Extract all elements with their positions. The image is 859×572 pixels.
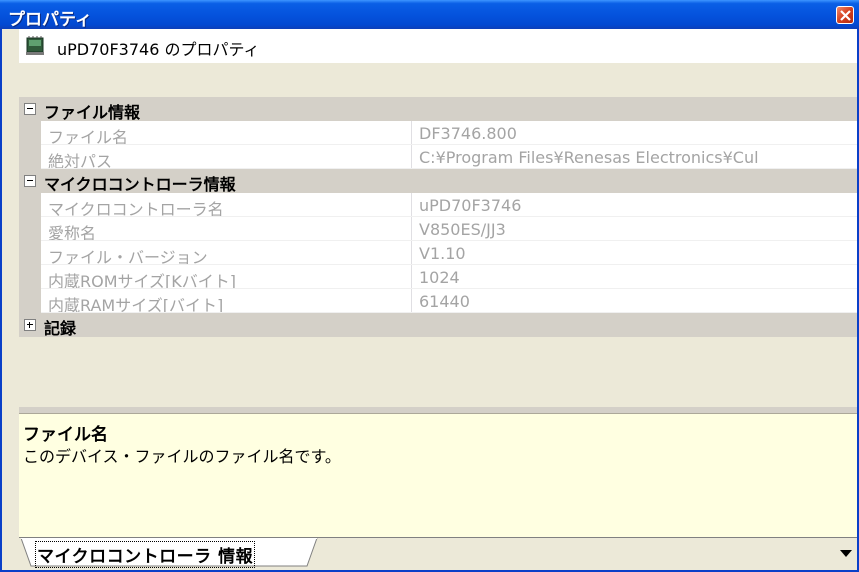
property-row[interactable]: マイクロコントローラ名 uPD70F3746: [19, 193, 857, 219]
grid-empty-area: [19, 337, 857, 407]
property-row[interactable]: ファイル名 DF3746.800: [19, 121, 857, 147]
expand-toggle-icon[interactable]: [24, 319, 36, 331]
property-row[interactable]: ファイル・バージョン V1.10: [19, 241, 857, 267]
properties-header: uPD70F3746 のプロパティ: [19, 29, 857, 63]
tab-label: マイクロコントローラ 情報: [35, 541, 256, 568]
properties-window: プロパティ uPD70F3746 のプロパティ ファイル情報 ファイル名 DF3…: [0, 0, 859, 572]
collapse-toggle-icon[interactable]: [24, 175, 36, 187]
property-row[interactable]: 絶対パス C:¥Program Files¥Renesas Electronic…: [19, 145, 857, 171]
window-title: プロパティ: [8, 10, 92, 30]
collapse-toggle-icon[interactable]: [24, 103, 36, 115]
chevron-down-icon[interactable]: [839, 548, 853, 558]
close-button[interactable]: [836, 6, 854, 24]
category-file-info[interactable]: ファイル情報: [19, 97, 857, 122]
microcontroller-chip-icon: [26, 36, 44, 55]
property-row[interactable]: 内蔵RAMサイズ[バイト] 61440: [19, 289, 857, 315]
property-value: V850ES/JJ3: [419, 220, 506, 239]
property-value: DF3746.800: [419, 124, 517, 143]
category-label: ファイル情報: [44, 103, 141, 122]
property-value: uPD70F3746: [419, 196, 522, 215]
tab-bar: マイクロコントローラ 情報: [19, 537, 857, 570]
category-label: 記録: [44, 319, 77, 338]
property-value: 61440: [419, 292, 470, 311]
property-row[interactable]: 内蔵ROMサイズ[Kバイト] 1024: [19, 265, 857, 291]
header-title: uPD70F3746 のプロパティ: [57, 40, 260, 59]
description-title: ファイル名: [23, 425, 108, 445]
description-text: このデバイス・ファイルのファイル名です。: [23, 447, 341, 466]
category-records[interactable]: 記録: [19, 313, 857, 338]
category-label: マイクロコントローラ情報: [44, 175, 236, 194]
property-value: 1024: [419, 268, 460, 287]
description-pane: ファイル名 このデバイス・ファイルのファイル名です。: [19, 413, 857, 537]
close-icon: [840, 10, 851, 21]
property-row[interactable]: 愛称名 V850ES/JJ3: [19, 217, 857, 243]
property-value: V1.10: [419, 244, 466, 263]
property-grid: ファイル情報 ファイル名 DF3746.800 絶対パス C:¥Program …: [19, 97, 857, 407]
tab-microcontroller-info[interactable]: マイクロコントローラ 情報: [21, 538, 319, 568]
title-bar[interactable]: プロパティ: [0, 0, 859, 30]
property-value: C:¥Program Files¥Renesas Electronics¥Cul: [419, 148, 759, 167]
category-microcontroller-info[interactable]: マイクロコントローラ情報: [19, 169, 857, 194]
